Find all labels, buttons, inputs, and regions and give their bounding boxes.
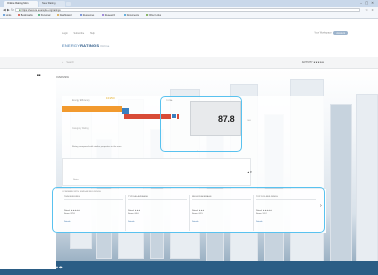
bookmark-label: Research xyxy=(104,14,116,17)
activity-rating: ACTIVITY ★★★★★ xyxy=(301,61,324,64)
column-details-link[interactable]: Details xyxy=(64,221,123,224)
url-field[interactable]: ■https://secure.example.org/ratings xyxy=(15,8,360,12)
table-columns: THIS BUILDING Rated: ★★★★★ Score: 87.8 D… xyxy=(62,195,318,231)
account-button[interactable]: Account xyxy=(333,31,348,35)
notes-box[interactable]: Notes xyxy=(62,158,251,186)
table-title: COMPARE WITH SIMILAR BUILDINGS xyxy=(62,191,101,193)
column-details-link[interactable]: Details xyxy=(256,221,316,224)
top-link-help[interactable]: Help xyxy=(90,32,95,35)
table-column: TYPICAL AVERAGE Rated: ★★★ Score: 64.0 D… xyxy=(126,195,190,231)
category-label: Category Rating xyxy=(72,128,89,130)
footer-icons[interactable]: ◆ ◀▶ xyxy=(56,266,63,269)
search-placeholder: Search xyxy=(66,61,74,64)
logo-bold: RATINGS xyxy=(80,43,100,48)
bookmark-label: Dashboard xyxy=(59,14,72,17)
scale-numbers: 0.0 25.0 xyxy=(106,97,115,100)
left-rail: ■■ OVERVIEW xyxy=(0,69,69,269)
window-controls[interactable]: – ▢ ✕ xyxy=(360,1,375,5)
score-panel: 0.0 25.0 TOTAL 87.8 /100 Energy Efficien… xyxy=(62,96,324,188)
rail-label: OVERVIEW xyxy=(56,76,69,79)
compare-marker-icon: ▲ xyxy=(196,150,199,153)
user-text: Your Workspace xyxy=(314,31,332,35)
bookmark-icon xyxy=(38,14,40,17)
column-details-link[interactable]: Details xyxy=(128,221,187,224)
column-header: TYPICAL AVERAGE xyxy=(128,195,187,200)
score-value: 87.8 xyxy=(218,114,235,124)
logo-main: ENERGY xyxy=(62,43,81,48)
search-input[interactable]: ⌕ Search xyxy=(62,60,312,66)
score-suffix: /100 xyxy=(247,120,251,122)
compare-text: Rating compared with similar properties … xyxy=(72,146,122,148)
bookmark-label: Resources xyxy=(82,14,95,17)
bookmark-icon xyxy=(18,14,20,17)
table-column: REGION AVERAGE Rated: ★★★ Score: 61.5 De… xyxy=(190,195,254,231)
orange-progress-bar xyxy=(62,106,122,112)
search-bar: ⌕ Search ACTIVITY ★★★★★ xyxy=(0,57,378,69)
site-header: Login Subscribe Help Your Workspace Acco… xyxy=(0,19,378,57)
energy-label: Energy Efficiency xyxy=(72,100,90,102)
table-next-arrow-icon[interactable]: › xyxy=(320,203,322,209)
notes-expand-icon[interactable]: ▲▼ xyxy=(247,171,252,174)
column-score: Score: 91.2 xyxy=(256,213,267,215)
bookmark-icon xyxy=(3,14,5,17)
score-tag: TOTAL xyxy=(166,100,173,102)
column-header: TOP 10% BUILDINGS xyxy=(256,195,316,200)
bookmark-label: Links xyxy=(5,14,12,17)
bookmark-icon xyxy=(80,14,82,17)
user-area: Your Workspace Account xyxy=(314,31,348,35)
top-links: Login Subscribe Help xyxy=(62,32,100,35)
new-tab-button[interactable] xyxy=(66,2,71,6)
score-row: 0.0 25.0 TOTAL 87.8 /100 Energy Efficien… xyxy=(62,96,324,143)
logo-suffix: Online xyxy=(100,44,110,48)
bookmark-label: Documents xyxy=(126,14,139,17)
column-score: Score: 87.8 xyxy=(64,213,75,215)
search-icon: ⌕ xyxy=(62,61,64,64)
comparison-table: COMPARE WITH SIMILAR BUILDINGS THIS BUIL… xyxy=(52,189,326,233)
column-header: REGION AVERAGE xyxy=(192,195,251,200)
top-link-subscribe[interactable]: Subscribe xyxy=(74,32,85,35)
bookmark-label: Bookmarks xyxy=(20,14,33,17)
bookmark-icon xyxy=(124,14,126,17)
bookmark-label: Personal xyxy=(40,14,51,17)
progress-marker-secondary xyxy=(171,113,177,119)
notes-label: Notes xyxy=(73,179,79,181)
browser-tab-bar: Online Rating Mon New Rating – ▢ ✕ xyxy=(0,0,378,7)
bookmark-label: Other Links xyxy=(148,14,162,17)
lock-icon: ■ xyxy=(19,9,21,12)
url-text: https://secure.example.org/ratings xyxy=(21,9,61,12)
menu-icon[interactable]: ■■ xyxy=(37,73,41,77)
site-logo[interactable]: ENERGYRATINGSOnline xyxy=(62,43,110,48)
column-details-link[interactable]: Details xyxy=(192,221,251,224)
bookmark-icon xyxy=(102,14,104,17)
column-score: Score: 61.5 xyxy=(192,213,203,215)
bookmark-icon xyxy=(146,14,148,17)
table-column: THIS BUILDING Rated: ★★★★★ Score: 87.8 D… xyxy=(62,195,126,231)
bookmark-icon xyxy=(57,14,59,17)
column-score: Score: 64.0 xyxy=(128,213,139,215)
top-link-login[interactable]: Login xyxy=(62,32,68,35)
column-header: THIS BUILDING xyxy=(64,195,123,200)
table-column: TOP 10% BUILDINGS Rated: ★★★★★ Score: 91… xyxy=(254,195,318,231)
